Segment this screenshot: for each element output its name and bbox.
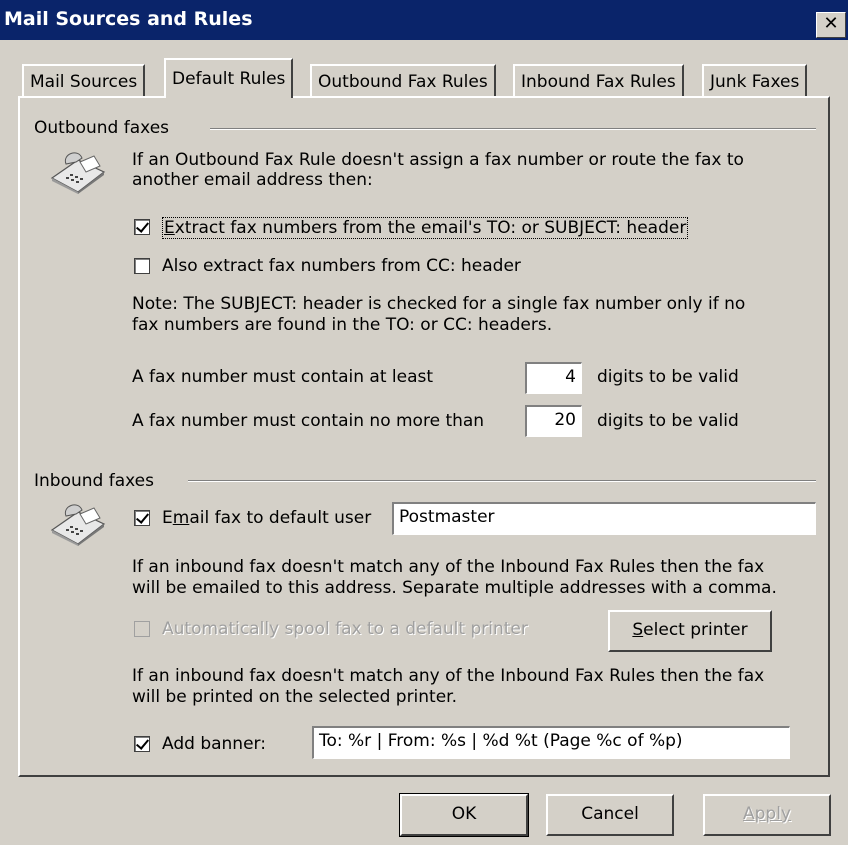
print-note-line2: will be printed on the selected printer. bbox=[132, 687, 458, 707]
extract-cc-label[interactable]: Also extract fax numbers from CC: header bbox=[162, 256, 521, 276]
tab-label: Inbound Fax Rules bbox=[521, 72, 676, 92]
note-line2: fax numbers are found in the TO: or CC: … bbox=[132, 315, 553, 335]
tab-label: Mail Sources bbox=[30, 72, 138, 92]
inbound-group-label: Inbound faxes bbox=[34, 471, 154, 491]
min-digits-input[interactable]: 4 bbox=[525, 362, 582, 394]
select-printer-button[interactable]: Select printer bbox=[608, 610, 772, 652]
tab-default-rules[interactable]: Default Rules bbox=[164, 58, 294, 98]
auto-spool-checkbox[interactable] bbox=[134, 621, 150, 637]
tab-mail-sources[interactable]: Mail Sources bbox=[22, 64, 146, 96]
min-digits-suffix: digits to be valid bbox=[597, 367, 739, 387]
outbound-group-label: Outbound faxes bbox=[34, 118, 170, 138]
max-digits-label: A fax number must contain no more than bbox=[132, 411, 485, 431]
note-line1: Note: The SUBJECT: header is checked for… bbox=[132, 294, 746, 314]
tab-label: Outbound Fax Rules bbox=[318, 72, 488, 92]
email-label-rest: ail fax to default user bbox=[189, 508, 372, 528]
tab-label: Junk Faxes bbox=[710, 72, 800, 92]
close-icon: ✕ bbox=[823, 13, 839, 34]
banner-input[interactable]: To: %r | From: %s | %d %t (Page %c of %p… bbox=[312, 726, 790, 759]
mail-sources-rules-dialog: Mail Sources and Rules ✕ Mail Sources De… bbox=[0, 0, 848, 845]
window-title: Mail Sources and Rules bbox=[4, 8, 253, 30]
email-default-user-label[interactable]: Email fax to default user bbox=[162, 508, 371, 528]
cancel-button[interactable]: Cancel bbox=[546, 794, 674, 836]
max-digits-suffix: digits to be valid bbox=[597, 411, 739, 431]
extract-label-accelerator: E bbox=[164, 218, 175, 238]
default-user-input[interactable]: Postmaster bbox=[392, 502, 816, 535]
print-note-line1: If an inbound fax doesn't match any of t… bbox=[132, 666, 765, 686]
min-digits-label: A fax number must contain at least bbox=[132, 367, 434, 387]
tab-label: Default Rules bbox=[172, 69, 286, 89]
email-note-line1: If an inbound fax doesn't match any of t… bbox=[132, 557, 765, 577]
extract-label-rest: xtract fax numbers from the email's TO: … bbox=[174, 218, 687, 238]
email-note-line2: will be emailed to this address. Separat… bbox=[132, 578, 777, 598]
email-label-pre: E bbox=[162, 508, 173, 528]
ok-button[interactable]: OK bbox=[399, 793, 529, 837]
close-button[interactable]: ✕ bbox=[816, 12, 846, 38]
email-default-user-checkbox[interactable] bbox=[134, 510, 150, 526]
max-digits-input[interactable]: 20 bbox=[525, 405, 582, 437]
apply-button[interactable]: Apply bbox=[703, 794, 831, 836]
extract-to-subject-checkbox[interactable] bbox=[134, 219, 150, 235]
fax-machine-icon bbox=[50, 504, 106, 546]
email-label-accelerator: m bbox=[172, 508, 190, 528]
extract-to-subject-label[interactable]: Extract fax numbers from the email's TO:… bbox=[162, 217, 689, 239]
tab-outbound-fax-rules[interactable]: Outbound Fax Rules bbox=[310, 64, 496, 96]
title-bar[interactable]: Mail Sources and Rules ✕ bbox=[0, 0, 848, 40]
auto-spool-label[interactable]: Automatically spool fax to a default pri… bbox=[162, 619, 528, 639]
tab-junk-faxes[interactable]: Junk Faxes bbox=[702, 64, 808, 96]
inbound-group-divider bbox=[188, 480, 816, 482]
fax-machine-icon bbox=[50, 152, 106, 194]
outbound-group-divider bbox=[210, 128, 816, 130]
outbound-intro-line1: If an Outbound Fax Rule doesn't assign a… bbox=[132, 150, 744, 170]
extract-cc-checkbox[interactable] bbox=[134, 258, 150, 274]
select-printer-accelerator: S bbox=[632, 620, 644, 640]
add-banner-label[interactable]: Add banner: bbox=[162, 734, 266, 754]
select-printer-label: elect printer bbox=[643, 620, 748, 640]
add-banner-checkbox[interactable] bbox=[134, 736, 150, 752]
tab-inbound-fax-rules[interactable]: Inbound Fax Rules bbox=[513, 64, 684, 96]
outbound-intro-line2: another email address then: bbox=[132, 170, 373, 190]
